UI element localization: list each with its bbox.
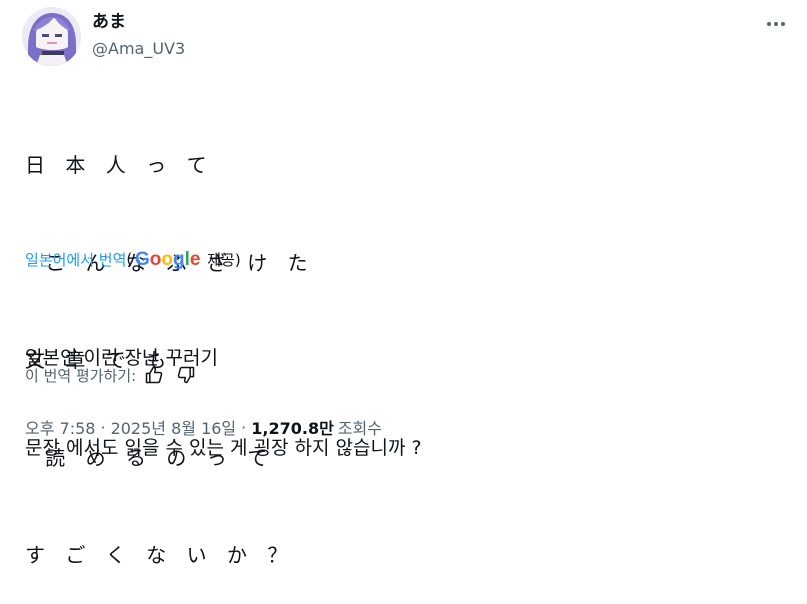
avatar-image (22, 7, 81, 66)
rate-translation: 이 번역 평가하기: (25, 362, 200, 388)
google-logo: Google (135, 249, 200, 270)
translated-from-link[interactable]: 일본어에서 번역 (25, 249, 126, 270)
meta-separator: · (241, 417, 247, 437)
author-display-name[interactable]: あま (92, 11, 126, 33)
svg-text:Google: Google (135, 249, 200, 270)
thumbs-up-button[interactable] (140, 362, 168, 388)
more-horizontal-icon (767, 22, 785, 26)
view-count: 1,270.8만 (251, 419, 334, 438)
avatar[interactable] (22, 7, 81, 66)
tweet-line: 日 本 人 っ て (25, 153, 207, 177)
translated-text: 일본인 이런 장난 꾸러기 문장 에서도 읽을 수 있는 게 굉장 하지 않습니… (25, 283, 422, 493)
thumbs-up-icon (145, 366, 163, 384)
tweet-time[interactable]: 오후 7:58 (25, 415, 95, 439)
translation-attribution: 일본어에서 번역 ( Google 제공) (25, 247, 241, 271)
rate-translation-label: 이 번역 평가하기: (25, 366, 137, 385)
tweet-date[interactable]: 2025년 8월 16일 (111, 415, 237, 439)
meta-separator: · (100, 417, 106, 437)
paren-open: ( (126, 250, 133, 268)
thumbs-down-button[interactable] (172, 362, 200, 388)
thumbs-down-icon (177, 366, 195, 384)
more-options-button[interactable] (760, 10, 792, 38)
tweet-line: す ご く な い か ？ (25, 543, 288, 567)
view-count-label: 조회수 (337, 419, 382, 438)
translation-provided-label: 제공) (207, 250, 241, 269)
author-handle[interactable]: @Ama_UV3 (92, 38, 185, 60)
tweet-meta: 오후 7:58 · 2025년 8월 16일 · 1,270.8만 조회수 (25, 415, 382, 439)
